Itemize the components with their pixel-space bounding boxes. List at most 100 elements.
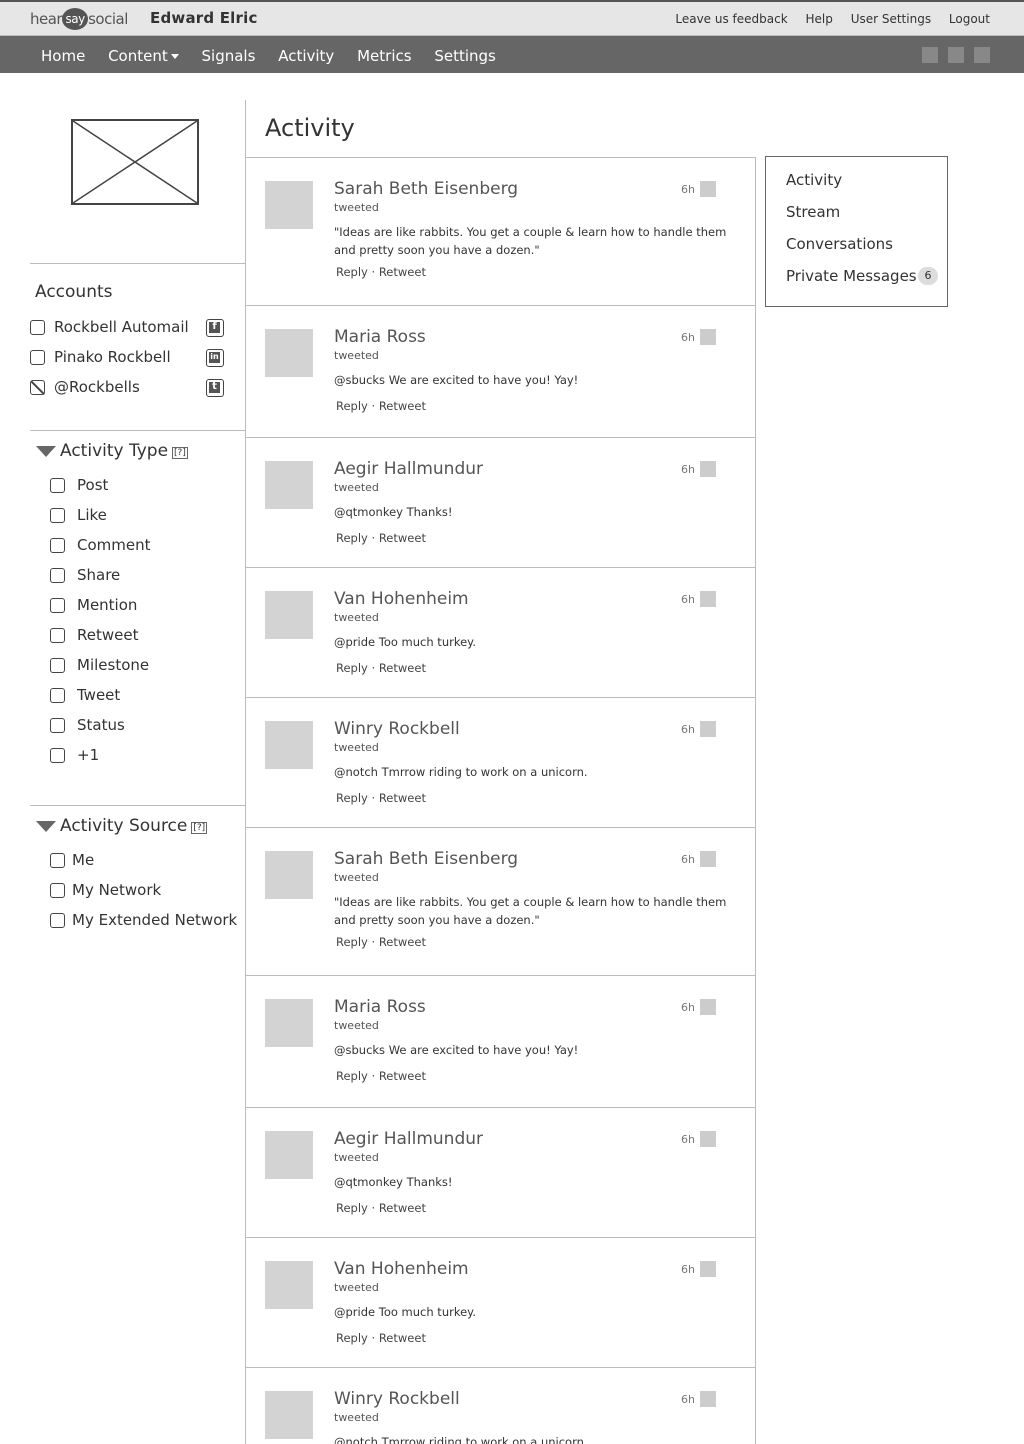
author-name[interactable]: Sarah Beth Eisenberg [334,849,518,869]
nav-home[interactable]: Home [41,47,85,65]
author-name[interactable]: Maria Ross [334,997,426,1017]
nav-metrics[interactable]: Metrics [357,47,411,65]
activity-type-header[interactable]: Activity Type [?] [36,441,188,461]
feed-item: Aegir Hallmundur tweeted 6h @qtmonkey Thank… [246,1107,756,1238]
reply-link[interactable]: Reply [336,935,368,949]
timestamp: 6h [681,1001,695,1014]
select-checkbox[interactable] [700,851,716,867]
reply-link[interactable]: Reply [336,1201,368,1215]
select-checkbox[interactable] [700,1131,716,1147]
account-checkbox-disabled[interactable] [30,380,45,395]
avatar[interactable] [265,591,313,639]
select-checkbox[interactable] [700,1391,716,1407]
reply-link[interactable]: Reply [336,1331,368,1345]
author-name[interactable]: Sarah Beth Eisenberg [334,179,518,199]
timestamp: 6h [681,1393,695,1406]
select-checkbox[interactable] [700,461,716,477]
linkedin-icon: in [206,349,224,367]
author-name[interactable]: Maria Ross [334,327,426,347]
reply-link[interactable]: Reply [336,265,368,279]
subnav-private-messages[interactable]: Private Messages [786,267,917,285]
checkbox[interactable] [50,688,65,703]
nav-settings[interactable]: Settings [434,47,496,65]
retweet-link[interactable]: · Retweet [372,265,426,279]
help-icon[interactable]: [?] [191,822,208,834]
logout-link[interactable]: Logout [949,12,990,26]
author-name[interactable]: Van Hohenheim [334,1259,469,1279]
author-name[interactable]: Van Hohenheim [334,589,469,609]
help-icon[interactable]: [?] [172,447,188,459]
avatar[interactable] [265,461,313,509]
account-row[interactable]: Rockbell Automail f [30,318,230,338]
checkbox[interactable] [50,718,65,733]
avatar[interactable] [265,999,313,1047]
avatar[interactable] [265,851,313,899]
select-checkbox[interactable] [700,329,716,345]
author-name[interactable]: Winry Rockbell [334,1389,460,1409]
author-name[interactable]: Aegir Hallmundur [334,1129,483,1149]
nav-square-icon[interactable] [974,47,990,63]
author-name[interactable]: Winry Rockbell [334,719,460,739]
subnav-activity[interactable]: Activity [786,171,842,189]
nav-activity[interactable]: Activity [278,47,334,65]
select-checkbox[interactable] [700,181,716,197]
action-links: Reply · Retweet [336,399,426,413]
retweet-link[interactable]: · Retweet [372,399,426,413]
nav-content[interactable]: Content [108,47,179,65]
retweet-link[interactable]: · Retweet [372,935,426,949]
select-checkbox[interactable] [700,1261,716,1277]
retweet-link[interactable]: · Retweet [372,1331,426,1345]
tweet-text: "Ideas are like rabbits. You get a coupl… [334,225,727,257]
help-link[interactable]: Help [806,12,833,26]
checkbox[interactable] [50,478,65,493]
user-settings-link[interactable]: User Settings [851,12,931,26]
select-checkbox[interactable] [700,721,716,737]
nav-signals[interactable]: Signals [202,47,256,65]
user-name: Edward Elric [150,9,258,27]
retweet-link[interactable]: · Retweet [372,791,426,805]
account-checkbox[interactable] [30,350,45,365]
nav-square-icon[interactable] [922,47,938,63]
retweet-link[interactable]: · Retweet [372,1201,426,1215]
checkbox[interactable] [50,508,65,523]
reply-link[interactable]: Reply [336,661,368,675]
retweet-link[interactable]: · Retweet [372,531,426,545]
feedback-link[interactable]: Leave us feedback [675,12,787,26]
checkbox[interactable] [50,853,65,868]
activity-source-header[interactable]: Activity Source [?] [36,816,208,836]
subnav-stream[interactable]: Stream [786,203,840,221]
reply-link[interactable]: Reply [336,1069,368,1083]
checkbox[interactable] [50,748,65,763]
checkbox[interactable] [50,883,65,898]
checkbox[interactable] [50,568,65,583]
hearsay-social-logo[interactable]: hear say social [30,8,128,31]
retweet-link[interactable]: · Retweet [372,661,426,675]
top-bar: hear say social Edward Elric Leave us feed… [0,0,1024,36]
subnav-conversations[interactable]: Conversations [786,235,893,253]
checkbox[interactable] [50,913,65,928]
avatar[interactable] [265,181,313,229]
reply-link[interactable]: Reply [336,399,368,413]
author-name[interactable]: Aegir Hallmundur [334,459,483,479]
avatar[interactable] [265,1391,313,1439]
checkbox[interactable] [50,598,65,613]
action-links: Reply · Retweet [336,531,426,545]
nav-square-icon[interactable] [948,47,964,63]
avatar[interactable] [265,721,313,769]
account-row[interactable]: @Rockbells t [30,378,230,398]
avatar[interactable] [265,1131,313,1179]
account-row[interactable]: Pinako Rockbell in [30,348,230,368]
tweet-text: @pride Too much turkey. [334,1305,476,1319]
retweet-link[interactable]: · Retweet [372,1069,426,1083]
avatar[interactable] [265,329,313,377]
checkbox[interactable] [50,658,65,673]
option-label: Mention [77,596,138,614]
checkbox[interactable] [50,628,65,643]
avatar[interactable] [265,1261,313,1309]
account-checkbox[interactable] [30,320,45,335]
reply-link[interactable]: Reply [336,791,368,805]
checkbox[interactable] [50,538,65,553]
select-checkbox[interactable] [700,591,716,607]
select-checkbox[interactable] [700,999,716,1015]
reply-link[interactable]: Reply [336,531,368,545]
